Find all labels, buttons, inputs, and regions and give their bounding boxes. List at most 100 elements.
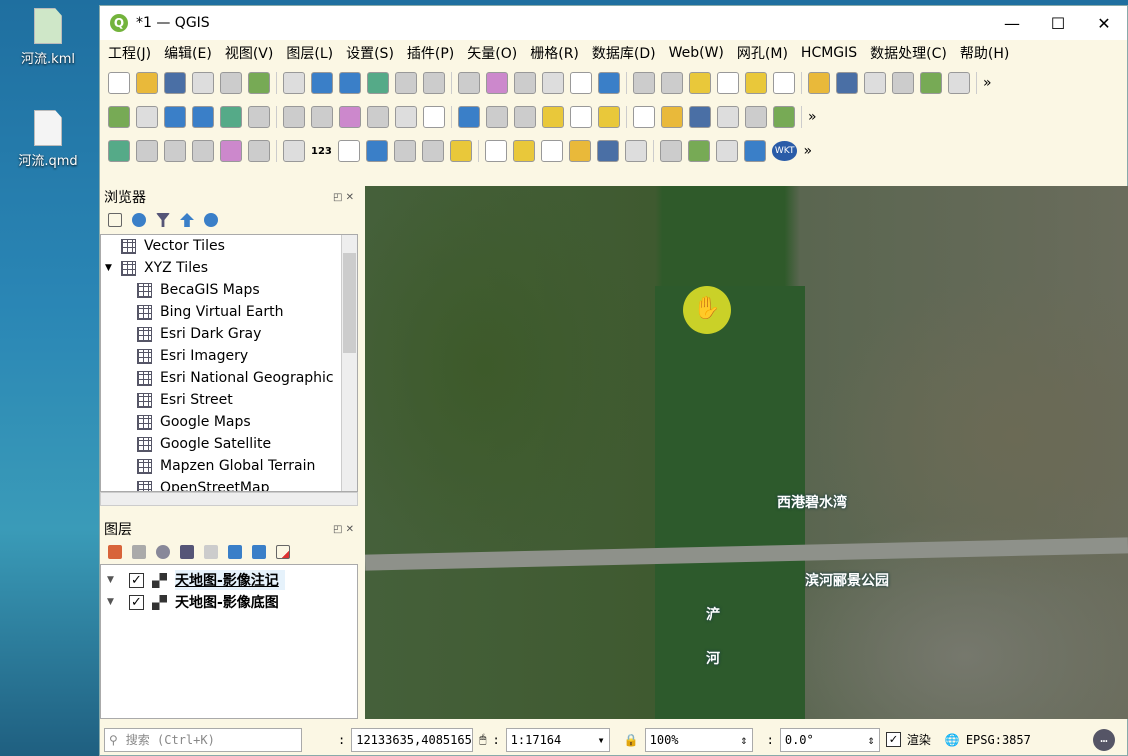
browser-item[interactable]: ▼ XYZ Tiles [101,257,357,279]
lock-icon[interactable]: 🔒 [624,733,639,747]
toolbar-tool-icon[interactable] [836,72,858,94]
toolbar-more-button[interactable]: » [983,75,992,91]
toolbar-tool-icon[interactable] [745,106,767,128]
toolbar-tool-icon[interactable] [659,140,682,162]
panel-float-close-buttons[interactable]: ◰ ✕ [333,192,354,203]
toolbar-tool-icon[interactable] [633,106,655,128]
browser-item[interactable]: BecaGIS Maps [101,279,357,301]
toolbar-tool-icon[interactable] [311,72,333,94]
rotation-spinbox[interactable]: 0.0° ⇕ [779,727,880,752]
toolbar-tool-icon[interactable] [395,106,417,128]
menu-item[interactable]: 视图(V) [225,43,274,63]
toolbar-tool-icon[interactable] [108,140,130,162]
menu-item[interactable]: 插件(P) [407,43,454,63]
toolbar-tool-icon[interactable] [689,106,711,128]
label-tool-button[interactable]: 123 [311,146,332,157]
toolbar-tool-icon[interactable] [514,106,536,128]
map-canvas[interactable]: 西港碧水湾 滨河郦景公园 浐 河 ✋ [365,186,1128,719]
browser-item[interactable]: Esri National Geographic [101,367,357,389]
toolbar-tool-icon[interactable] [598,72,620,94]
menu-item[interactable]: 网孔(M) [737,43,788,63]
close-button[interactable]: ✕ [1081,14,1127,33]
browser-item[interactable]: Esri Dark Gray [101,323,357,345]
toolbar-tool-icon[interactable] [220,106,242,128]
browser-item[interactable]: Google Maps [101,411,357,433]
toolbar-tool-icon[interactable] [283,72,305,94]
toolbar-tool-icon[interactable] [743,140,766,162]
toolbar-tool-icon[interactable] [421,140,444,162]
mouse-icon[interactable]: 🖱 [479,732,486,747]
style-icon[interactable] [108,545,122,559]
toolbar-tool-icon[interactable] [542,72,564,94]
toolbar-tool-icon[interactable] [393,140,416,162]
toolbar-tool-icon[interactable] [484,140,507,162]
wkt-button[interactable]: WKT [771,141,798,161]
toolbar-tool-icon[interactable] [540,140,563,162]
add-selected-icon[interactable] [108,213,122,227]
menu-item[interactable]: Web(W) [669,45,724,61]
toolbar-tool-icon[interactable] [164,140,186,162]
visibility-icon[interactable] [156,545,170,559]
filter-icon[interactable] [156,213,170,227]
toolbar-tool-icon[interactable] [136,140,158,162]
expand-arrow-icon[interactable]: ▼ [105,263,121,273]
toolbar-tool-icon[interactable] [367,72,389,94]
browser-item[interactable]: Esri Street [101,389,357,411]
toolbar-tool-icon[interactable] [717,72,739,94]
toolbar-tool-icon[interactable] [570,106,592,128]
info-icon[interactable] [204,213,218,227]
locator-search-input[interactable]: ⚲ 搜索 (Ctrl+K) [104,727,302,752]
menu-item[interactable]: 帮助(H) [960,43,1009,63]
layer-visibility-checkbox[interactable]: ✓ [129,572,144,588]
expand-arrow-icon[interactable]: ▼ [107,575,129,585]
menu-item[interactable]: 工程(J) [108,43,151,63]
magnifier-spinbox[interactable]: 100% ⇕ [644,727,753,752]
browser-hscrollbar[interactable] [100,492,358,506]
toolbar-tool-icon[interactable] [337,140,360,162]
toolbar-tool-icon[interactable] [514,72,536,94]
toolbar-tool-icon[interactable] [624,140,647,162]
toolbar-tool-icon[interactable] [717,106,739,128]
toolbar-tool-icon[interactable] [948,72,970,94]
minimize-button[interactable]: — [989,14,1035,33]
toolbar-tool-icon[interactable] [339,106,361,128]
panel-float-close-buttons[interactable]: ◰ ✕ [333,524,354,535]
toolbar-tool-icon[interactable] [773,106,795,128]
toolbar-tool-icon[interactable] [248,106,270,128]
messages-icon[interactable]: … [1093,728,1115,751]
browser-item[interactable]: Vector Tiles [101,235,357,257]
layer-item[interactable]: ▼ ✓ 天地图-影像底图 [101,591,357,613]
toolbar-tool-icon[interactable] [486,106,508,128]
toolbar-tool-icon[interactable] [920,72,942,94]
menu-item[interactable]: 数据库(D) [592,43,656,63]
coordinate-field[interactable]: 12133635,4085165 [351,727,474,752]
toolbar-tool-icon[interactable] [108,72,130,94]
toolbar-tool-icon[interactable] [395,72,417,94]
menu-item[interactable]: 矢量(O) [467,43,517,63]
toolbar-tool-icon[interactable] [661,106,683,128]
toolbar-tool-icon[interactable] [633,72,655,94]
menu-item[interactable]: 栅格(R) [530,43,579,63]
toolbar-tool-icon[interactable] [220,140,242,162]
toolbar-tool-icon[interactable] [570,72,592,94]
menu-item[interactable]: 数据处理(C) [870,43,947,63]
toolbar-tool-icon[interactable] [367,106,389,128]
toolbar-tool-icon[interactable] [136,72,158,94]
toolbar-tool-icon[interactable] [164,106,186,128]
toolbar-tool-icon[interactable] [687,140,710,162]
toolbar-tool-icon[interactable] [164,72,186,94]
toolbar-tool-icon[interactable] [745,72,767,94]
menu-item[interactable]: 图层(L) [286,43,333,63]
toolbar-tool-icon[interactable] [136,106,158,128]
layer-item[interactable]: ▼ ✓ 天地图-影像注记 [101,569,357,591]
collapse-all-icon[interactable] [180,213,194,227]
toolbar-tool-icon[interactable] [864,72,886,94]
toolbar-tool-icon[interactable] [892,72,914,94]
toolbar-tool-icon[interactable] [339,72,361,94]
toolbar-tool-icon[interactable] [192,72,214,94]
toolbar-more-button[interactable]: » [803,143,812,159]
add-group-icon[interactable] [132,545,146,559]
toolbar-tool-icon[interactable] [449,140,472,162]
expand-all-icon[interactable] [228,545,242,559]
browser-item[interactable]: OpenStreetMap [101,477,357,491]
